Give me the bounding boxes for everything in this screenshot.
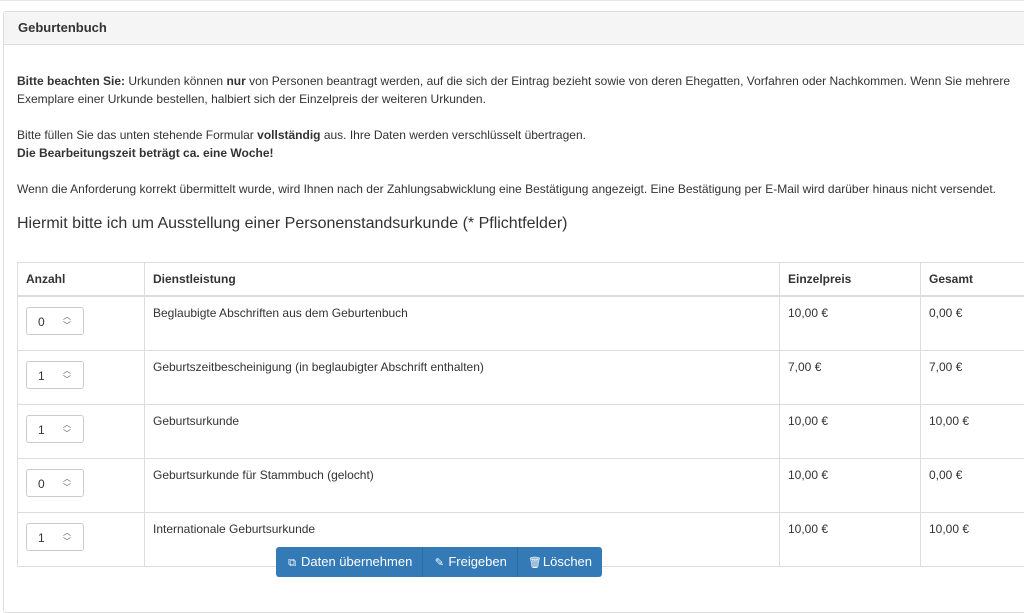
quantity-stepper[interactable]: 1 ︿﹀ <box>26 361 84 389</box>
edit-icon: ✎ <box>433 548 445 578</box>
service-cell: Geburtsurkunde für Stammbuch (gelocht) <box>145 459 780 513</box>
header-total: Gesamt <box>921 263 1024 297</box>
header-service: Dienstleistung <box>145 263 780 297</box>
quantity-value: 1 <box>38 368 45 384</box>
processing-time-note: Die Bearbeitungszeit beträgt ca. eine Wo… <box>17 146 274 160</box>
spinner-arrows-icon[interactable]: ︿﹀ <box>63 528 71 546</box>
notice-label: Bitte beachten Sie: <box>17 74 125 88</box>
table-header-row: Anzahl Dienstleistung Einzelpreis Gesamt <box>18 263 1024 297</box>
qty-cell: 1 ︿﹀ <box>18 351 145 405</box>
confirmation-paragraph: Wenn die Anforderung korrekt übermittelt… <box>17 180 1024 198</box>
service-cell: Beglaubigte Abschriften aus dem Geburten… <box>145 296 780 351</box>
unit-price-cell: 10,00 € <box>780 405 921 459</box>
qty-cell: 0 ︿﹀ <box>18 296 145 351</box>
release-label: Freigeben <box>448 554 507 569</box>
quantity-value: 1 <box>38 530 45 546</box>
table-row: 0 ︿﹀ Geburtsurkunde für Stammbuch (geloc… <box>18 459 1024 513</box>
form-title: Hiermit bitte ich um Ausstellung einer P… <box>17 215 568 233</box>
spinner-arrows-icon[interactable]: ︿﹀ <box>63 366 71 384</box>
quantity-value: 1 <box>38 422 45 438</box>
instructions-text-a: Bitte füllen Sie das unten stehende Form… <box>17 128 257 142</box>
unit-price-cell: 10,00 € <box>780 513 921 567</box>
delete-label: Löschen <box>543 554 592 569</box>
spinner-arrows-icon[interactable]: ︿﹀ <box>63 420 71 438</box>
qty-cell: 1 ︿﹀ <box>18 405 145 459</box>
service-cell: Geburtsurkunde <box>145 405 780 459</box>
unit-price-cell: 10,00 € <box>780 459 921 513</box>
instructions-text-b: aus. Ihre Daten werden verschlüsselt übe… <box>320 128 585 142</box>
quantity-stepper[interactable]: 0 ︿﹀ <box>26 469 84 497</box>
total-cell: 10,00 € <box>921 513 1024 567</box>
panel-title: Geburtenbuch <box>4 12 1024 45</box>
table-row: 1 ︿﹀ Geburtsurkunde 10,00 € 10,00 € <box>18 405 1024 459</box>
services-table: Anzahl Dienstleistung Einzelpreis Gesamt… <box>17 262 1024 567</box>
total-cell: 7,00 € <box>921 351 1024 405</box>
quantity-value: 0 <box>38 476 45 492</box>
spinner-arrows-icon[interactable]: ︿﹀ <box>63 312 71 330</box>
total-cell: 0,00 € <box>921 459 1024 513</box>
instructions-emphasis: vollständig <box>257 128 320 142</box>
notice-text-a: Urkunden können <box>125 74 226 88</box>
header-unit-price: Einzelpreis <box>780 263 921 297</box>
copy-icon: ⧉ <box>286 548 298 578</box>
instructions-paragraph: Bitte füllen Sie das unten stehende Form… <box>17 126 1024 162</box>
quantity-stepper[interactable]: 1 ︿﹀ <box>26 415 84 443</box>
qty-cell: 1 ︿﹀ <box>18 513 145 567</box>
table-row: 1 ︿﹀ Geburtszeitbescheinigung (in beglau… <box>18 351 1024 405</box>
quantity-value: 0 <box>38 314 45 330</box>
quantity-stepper[interactable]: 0 ︿﹀ <box>26 307 84 335</box>
total-cell: 0,00 € <box>921 296 1024 351</box>
table-row: 0 ︿﹀ Beglaubigte Abschriften aus dem Geb… <box>18 296 1024 351</box>
notice-paragraph: Bitte beachten Sie: Urkunden können nur … <box>17 72 1024 108</box>
unit-price-cell: 7,00 € <box>780 351 921 405</box>
trash-icon: 🗑 <box>528 548 540 578</box>
quantity-stepper[interactable]: 1 ︿﹀ <box>26 523 84 551</box>
service-cell: Geburtszeitbescheinigung (in beglaubigte… <box>145 351 780 405</box>
spinner-arrows-icon[interactable]: ︿﹀ <box>63 474 71 492</box>
birth-register-panel: Geburtenbuch Bitte beachten Sie: Urkunde… <box>3 11 1024 613</box>
total-cell: 10,00 € <box>921 405 1024 459</box>
apply-data-label: Daten übernehmen <box>301 554 412 569</box>
unit-price-cell: 10,00 € <box>780 296 921 351</box>
notice-emphasis: nur <box>226 74 245 88</box>
header-qty: Anzahl <box>18 263 145 297</box>
top-divider <box>0 0 1024 1</box>
qty-cell: 0 ︿﹀ <box>18 459 145 513</box>
